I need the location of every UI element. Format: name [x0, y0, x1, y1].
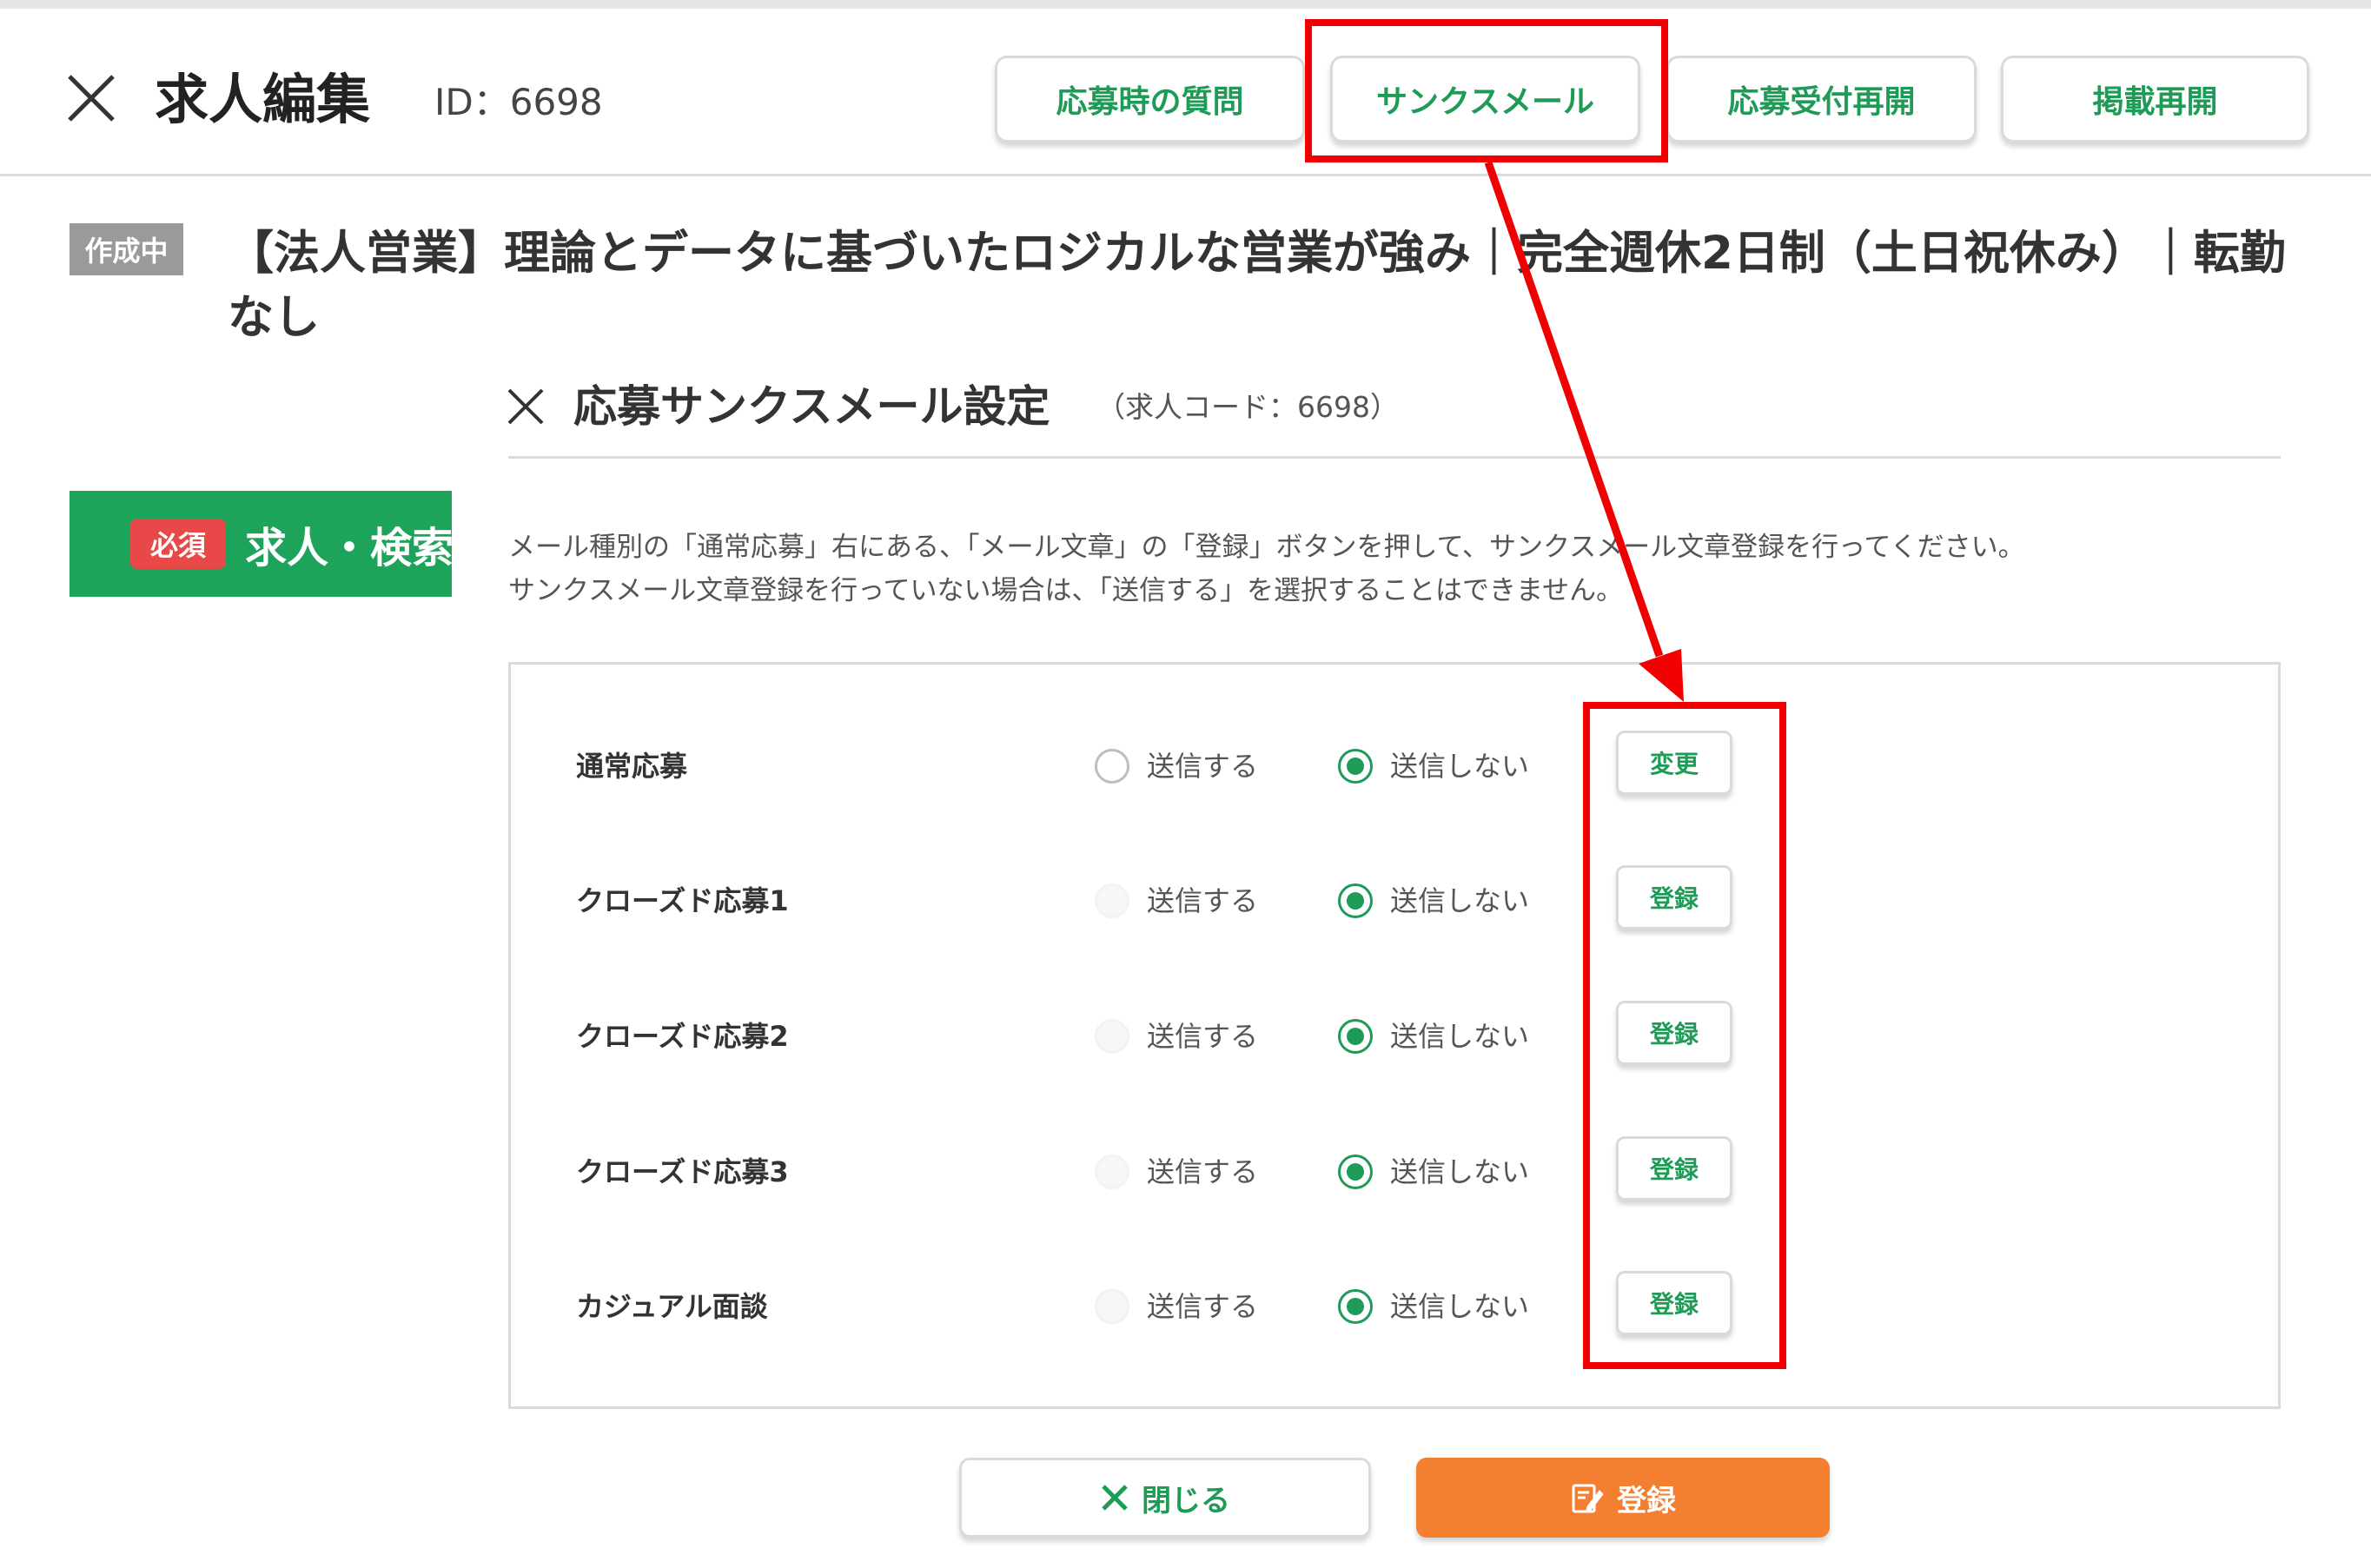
status-badge: 作成中	[70, 223, 183, 275]
radio-send-label: 送信する	[1147, 1020, 1259, 1053]
annotation-highlight-thanks-mail	[1305, 19, 1668, 162]
description-line-2: サンクスメール文章登録を行っていない場合は、「送信する」を選択することはできませ…	[508, 575, 1624, 606]
radio-nosend-casual[interactable]	[1338, 1289, 1373, 1324]
row-label-closed-1: クローズド応募1	[576, 884, 789, 917]
radio-send-label: 送信する	[1147, 884, 1259, 917]
save-button-label: 登録	[1617, 1483, 1676, 1518]
radio-nosend-label: 送信しない	[1390, 1020, 1530, 1053]
edit-note-icon	[1572, 1484, 1604, 1513]
job-title: 【法人営業】理論とデータに基づいたロジカルな営業が強み｜完全週休2日制（土日祝休…	[228, 227, 2286, 344]
required-badge: 必須	[130, 519, 226, 569]
radio-nosend-closed-2[interactable]	[1338, 1019, 1373, 1054]
row-label-casual-interview: カジュアル面談	[576, 1290, 768, 1323]
radio-send-casual	[1095, 1289, 1129, 1324]
row-label-regular: 通常応募	[576, 750, 688, 783]
modal-close-icon[interactable]	[502, 383, 549, 430]
radio-nosend-label: 送信しない	[1390, 884, 1530, 917]
radio-send-regular[interactable]	[1095, 749, 1129, 784]
reopen-applications-button[interactable]: 応募受付再開	[1666, 56, 1977, 142]
radio-send-label: 送信する	[1147, 750, 1259, 783]
radio-send-closed-1	[1095, 883, 1129, 918]
republish-button[interactable]: 掲載再開	[2001, 56, 2309, 142]
required-section-label: 求人・検索	[245, 524, 452, 572]
page-title: 求人編集	[155, 68, 371, 131]
radio-nosend-closed-3[interactable]	[1338, 1154, 1373, 1189]
close-icon[interactable]	[61, 68, 122, 129]
close-icon	[1102, 1485, 1128, 1511]
radio-nosend-label: 送信しない	[1390, 750, 1530, 783]
radio-send-label: 送信する	[1147, 1290, 1259, 1323]
header-divider	[0, 174, 2371, 176]
radio-send-closed-3	[1095, 1154, 1129, 1189]
job-id: ID：6698	[434, 81, 603, 123]
radio-nosend-label: 送信しない	[1390, 1290, 1530, 1323]
modal-description: メール種別の「通常応募」右にある、「メール文章」の「登録」ボタンを押して、サンク…	[508, 526, 2298, 612]
close-button[interactable]: 閉じる	[959, 1458, 1371, 1538]
save-button[interactable]: 登録	[1416, 1458, 1830, 1538]
radio-nosend-closed-1[interactable]	[1338, 883, 1373, 918]
radio-send-label: 送信する	[1147, 1155, 1259, 1188]
required-section-banner: 必須 求人・検索	[70, 491, 452, 597]
description-line-1: メール種別の「通常応募」右にある、「メール文章」の「登録」ボタンを押して、サンク…	[508, 532, 2025, 563]
radio-nosend-label: 送信しない	[1390, 1155, 1530, 1188]
row-label-closed-2: クローズド応募2	[576, 1020, 789, 1053]
application-questions-button[interactable]: 応募時の質問	[995, 56, 1305, 142]
top-rule	[0, 0, 2371, 9]
row-label-closed-3: クローズド応募3	[576, 1155, 789, 1188]
annotation-highlight-row-buttons	[1583, 702, 1786, 1369]
modal-divider	[508, 456, 2281, 459]
radio-send-closed-2	[1095, 1019, 1129, 1054]
modal-job-code: （求人コード：6698）	[1096, 390, 1399, 424]
close-button-label: 閉じる	[1142, 1483, 1230, 1518]
radio-nosend-regular[interactable]	[1338, 749, 1373, 784]
modal-title: 応募サンクスメール設定	[573, 381, 1050, 432]
